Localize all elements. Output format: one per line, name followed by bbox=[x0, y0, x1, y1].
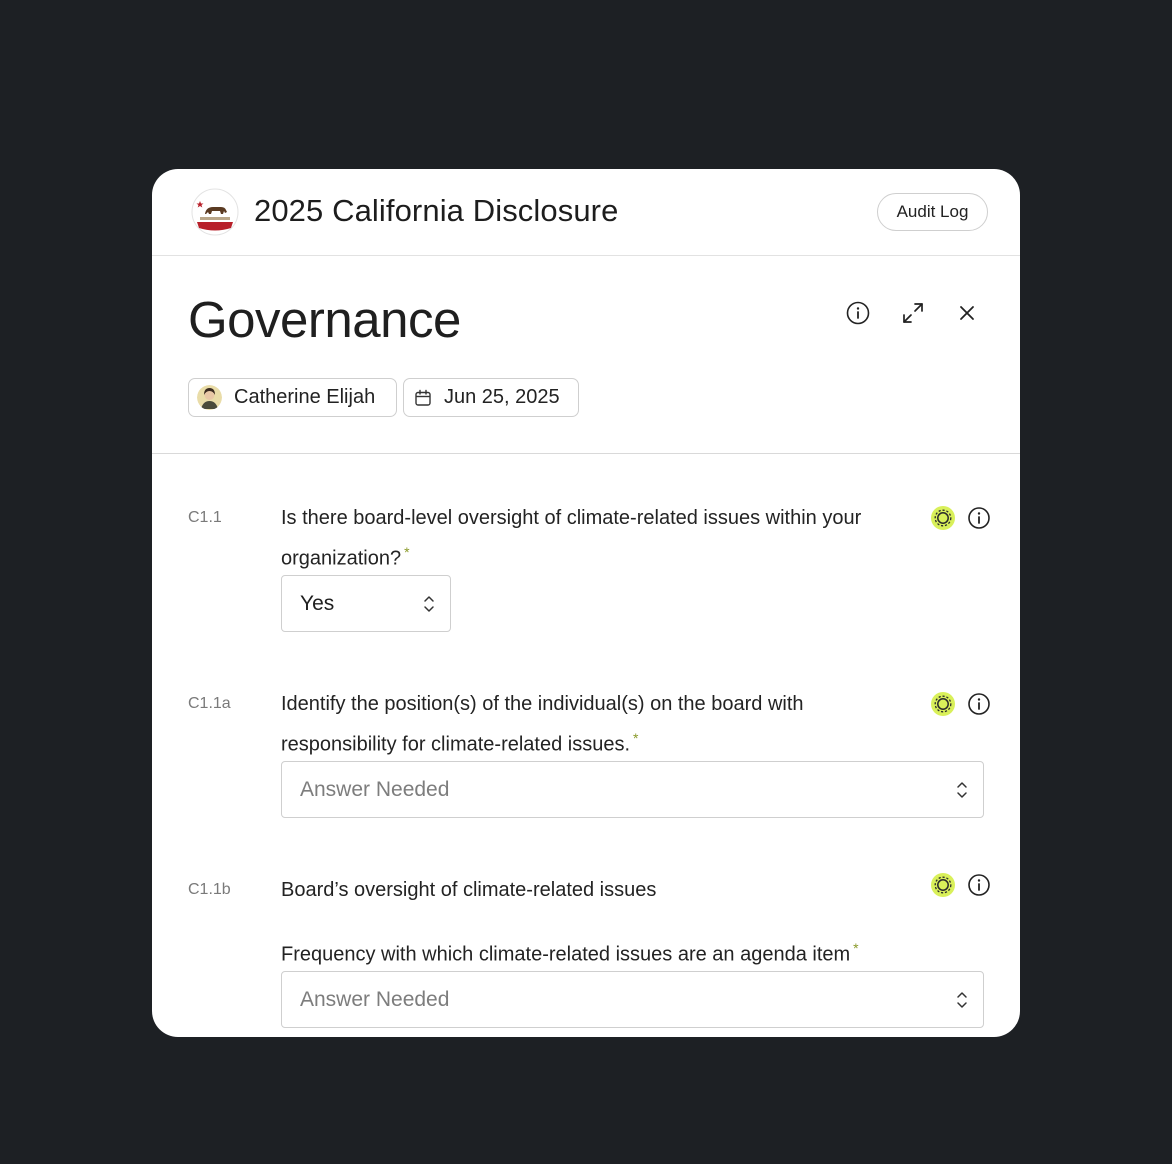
question-text: Is there board-level oversight of climat… bbox=[281, 501, 871, 576]
due-date: Jun 25, 2025 bbox=[444, 386, 560, 408]
avatar bbox=[197, 385, 222, 410]
owner-name: Catherine Elijah bbox=[234, 386, 376, 408]
question-label: Identify the position(s) of the individu… bbox=[281, 693, 804, 756]
panel-header: 2025 California Disclosure Audit Log bbox=[152, 169, 1020, 256]
sub-question-label: Frequency with which climate-related iss… bbox=[281, 943, 851, 966]
ai-assist-icon[interactable] bbox=[931, 873, 955, 897]
question-text: Board’s oversight of climate-related iss… bbox=[281, 879, 657, 901]
question-label: Is there board-level oversight of climat… bbox=[281, 507, 862, 570]
question-text: Identify the position(s) of the individu… bbox=[281, 687, 871, 762]
info-icon[interactable] bbox=[967, 692, 991, 716]
answer-select[interactable]: Answer Needed bbox=[281, 761, 984, 818]
answer-select[interactable]: Answer Needed bbox=[281, 971, 984, 1028]
required-marker: * bbox=[404, 544, 410, 560]
audit-log-button[interactable]: Audit Log bbox=[877, 193, 988, 231]
document-title: 2025 California Disclosure bbox=[254, 193, 619, 228]
required-marker: * bbox=[853, 940, 859, 956]
chevron-updown-icon bbox=[957, 781, 967, 798]
owner-chip[interactable]: Catherine Elijah bbox=[188, 378, 397, 417]
ai-assist-icon[interactable] bbox=[931, 506, 955, 530]
required-marker: * bbox=[633, 730, 639, 746]
info-icon[interactable] bbox=[845, 300, 871, 326]
question-code: C1.1b bbox=[188, 881, 231, 898]
ai-assist-icon[interactable] bbox=[931, 692, 955, 716]
selected-value: Yes bbox=[300, 591, 335, 615]
answer-select[interactable]: Yes bbox=[281, 575, 451, 632]
california-seal-icon bbox=[191, 188, 239, 236]
select-placeholder: Answer Needed bbox=[300, 777, 450, 801]
disclosure-panel: 2025 California Disclosure Audit Log Gov… bbox=[152, 169, 1020, 1037]
close-icon[interactable] bbox=[954, 300, 980, 326]
info-icon[interactable] bbox=[967, 506, 991, 530]
due-date-chip[interactable]: Jun 25, 2025 bbox=[403, 378, 579, 417]
section-header: Governance Catherine Elijah Jun 25, 2025 bbox=[152, 256, 1020, 454]
select-placeholder: Answer Needed bbox=[300, 987, 450, 1011]
chevron-updown-icon bbox=[424, 595, 434, 612]
question-code: C1.1 bbox=[188, 509, 222, 526]
calendar-icon bbox=[415, 389, 431, 406]
expand-icon[interactable] bbox=[900, 300, 926, 326]
chevron-updown-icon bbox=[957, 991, 967, 1008]
sub-question-text: Frequency with which climate-related iss… bbox=[281, 931, 941, 972]
section-title: Governance bbox=[188, 291, 461, 348]
info-icon[interactable] bbox=[967, 873, 991, 897]
question-code: C1.1a bbox=[188, 695, 231, 712]
